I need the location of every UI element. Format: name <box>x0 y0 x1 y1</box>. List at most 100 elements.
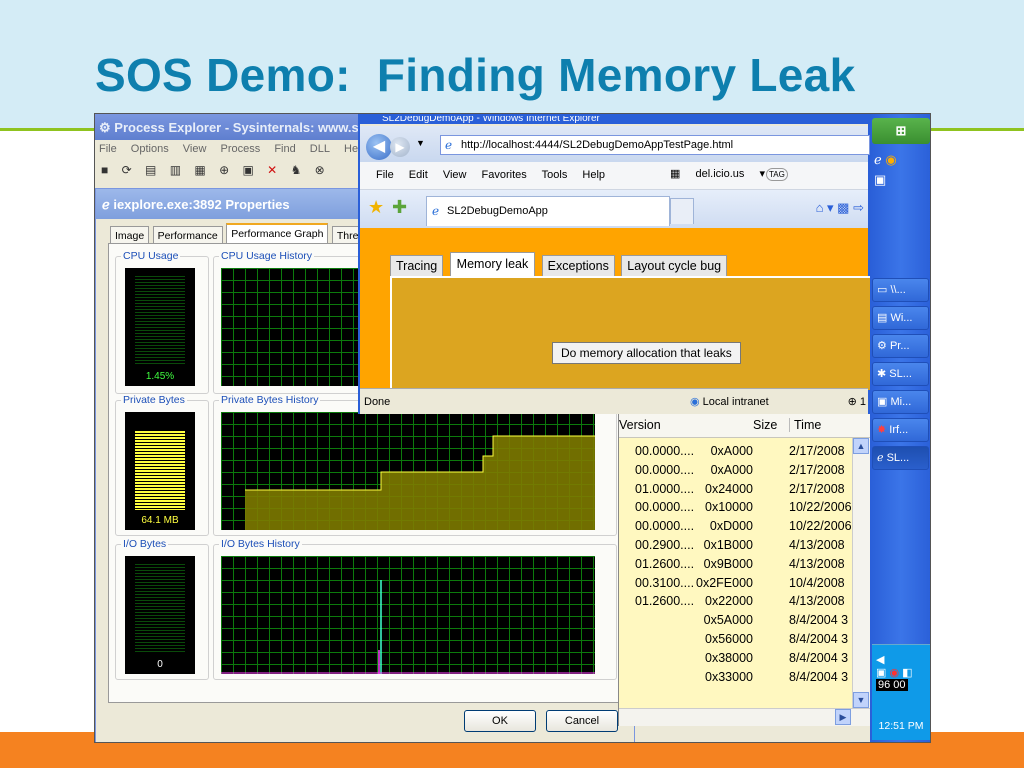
ie-process-icon: ℯ <box>102 197 110 212</box>
start-button[interactable]: ⊞ <box>872 118 930 144</box>
history-dropdown-icon[interactable]: ▼ <box>416 138 425 148</box>
sysinfo-icon[interactable]: ▤ <box>145 163 156 177</box>
scroll-right-icon[interactable]: ▶ <box>835 709 851 725</box>
table-row[interactable]: 0x56000 8/4/2004 3 <box>619 630 853 649</box>
forward-arrow-icon[interactable]: ▶ <box>390 137 410 157</box>
ie-menu-view[interactable]: View <box>443 169 467 181</box>
properties-icon[interactable]: ▣ <box>242 163 253 177</box>
io-bytes-value: 0 <box>157 659 163 670</box>
menu-dll[interactable]: DLL <box>310 143 330 155</box>
tag-icon[interactable]: TAG <box>766 168 788 181</box>
irfanview-icon: ✸ <box>877 424 887 436</box>
ie-menu-edit[interactable]: Edit <box>409 169 428 181</box>
silverlight-app: Tracing Memory leak Exceptions Layout cy… <box>360 228 872 390</box>
private-bytes-fill <box>135 431 185 510</box>
refresh-icon[interactable]: ⟳ <box>122 163 132 177</box>
firefox-launch-icon[interactable]: ◉ <box>885 152 896 167</box>
ie-menu-file[interactable]: File <box>376 169 394 181</box>
horizontal-scrollbar[interactable]: ▶ <box>619 708 871 726</box>
tab-sl2debugdemoapp[interactable]: ℯ SL2DebugDemoApp <box>426 196 670 226</box>
handles-icon[interactable]: ▦ <box>194 163 205 177</box>
cell-size: 0x33000 <box>705 669 753 684</box>
cell-time: 4/13/2008 <box>789 594 845 609</box>
ie-menu-help[interactable]: Help <box>582 169 605 181</box>
cell-size: 0x10000 <box>705 500 753 515</box>
favorites-star-icon[interactable]: ★ <box>368 197 384 218</box>
menu-file[interactable]: File <box>99 143 117 155</box>
add-favorite-icon[interactable]: ✚ <box>392 197 407 218</box>
table-row[interactable]: 01.2600.... 0x22000 4/13/2008 <box>619 592 853 611</box>
crosshair-icon[interactable]: ⊗ <box>315 163 325 177</box>
table-row[interactable]: 00.0000.... 0x10000 10/22/2006 <box>619 498 853 517</box>
process-explorer-icon: ⚙ <box>99 120 111 135</box>
io-history-label: I/O Bytes History <box>219 538 302 550</box>
zoom-level[interactable]: ⊕ 1 <box>848 395 866 408</box>
tray-expand-icon[interactable]: ◀ <box>876 654 884 666</box>
table-row[interactable]: 00.3100.... 0x2FE000 10/4/2008 <box>619 574 853 593</box>
back-arrow-icon[interactable]: ◀ <box>366 134 392 160</box>
private-history-plot <box>245 435 595 530</box>
ok-button[interactable]: OK <box>464 710 536 732</box>
home-icon[interactable]: ⌂ <box>816 200 824 215</box>
task-item-windbg[interactable]: ▤ Wi... <box>872 306 929 330</box>
find-icon[interactable]: ♞ <box>291 163 302 177</box>
table-row[interactable]: 00.0000.... 0xA000 2/17/2008 <box>619 461 853 480</box>
lowerpane-icon[interactable]: ▥ <box>170 163 181 177</box>
quick-launch-extra-icon[interactable]: ▣ <box>874 172 886 188</box>
volume-icon[interactable]: ◧ <box>902 667 912 679</box>
new-tab-button[interactable] <box>670 198 694 224</box>
column-version[interactable]: Version <box>619 418 661 432</box>
cancel-button[interactable]: Cancel <box>546 710 618 732</box>
task-item-irfanview[interactable]: ✸ Irf... <box>872 418 929 442</box>
column-time[interactable]: Time <box>789 418 821 432</box>
tab-layout-cycle-bug[interactable]: Layout cycle bug <box>621 255 728 277</box>
tab-performance-graph[interactable]: Performance Graph <box>226 223 329 245</box>
ie-menu-favorites[interactable]: Favorites <box>482 169 527 181</box>
table-row[interactable]: 00.0000.... 0xA000 2/17/2008 <box>619 442 853 461</box>
scroll-up-icon[interactable]: ▲ <box>853 438 869 454</box>
private-bytes-label: Private Bytes <box>121 394 187 406</box>
task-item-process-explorer[interactable]: ⚙ Pr... <box>872 334 929 358</box>
menu-options[interactable]: Options <box>131 143 169 155</box>
tab-memory-leak[interactable]: Memory leak <box>449 252 536 277</box>
cpu-history-label: CPU Usage History <box>219 250 315 262</box>
delicious-button[interactable]: ▦ del.icio.us ▾ <box>670 167 765 180</box>
process-explorer-menu: File Options View Process Find DLL Help <box>95 140 365 160</box>
menu-process[interactable]: Process <box>221 143 261 155</box>
tab-exceptions[interactable]: Exceptions <box>541 255 615 277</box>
research-icon[interactable]: ⇨ <box>853 200 864 215</box>
feeds-icon[interactable]: ▩ <box>837 200 849 215</box>
save-icon[interactable]: ■ <box>101 163 108 177</box>
menu-view[interactable]: View <box>183 143 207 155</box>
cpu-meter-grid <box>135 276 185 366</box>
ie-menu-tools[interactable]: Tools <box>542 169 568 181</box>
table-row[interactable]: 0x5A000 8/4/2004 3 <box>619 611 853 630</box>
menu-find[interactable]: Find <box>274 143 295 155</box>
tab-tracing[interactable]: Tracing <box>390 255 444 277</box>
scroll-down-icon[interactable]: ▼ <box>853 692 869 708</box>
slide-title: SOS Demo: Finding Memory Leak <box>95 49 856 101</box>
vertical-scrollbar[interactable]: ▲ ▼ <box>852 438 870 708</box>
ie-launch-icon[interactable]: ℯ <box>874 152 882 167</box>
task-item-microsoft[interactable]: ▣ Mi... <box>872 390 929 414</box>
network-icon[interactable]: ▣ <box>876 667 886 679</box>
table-row[interactable]: 0x33000 8/4/2004 3 <box>619 668 853 687</box>
zoom-icon: ⊕ <box>847 396 857 408</box>
table-row[interactable]: 00.2900.... 0x1B000 4/13/2008 <box>619 536 853 555</box>
table-row[interactable]: 0x38000 8/4/2004 3 <box>619 649 853 668</box>
table-row[interactable]: 00.0000.... 0xD000 10/22/2006 <box>619 517 853 536</box>
column-size[interactable]: Size <box>753 418 777 432</box>
security-icon[interactable]: ◉ <box>889 667 899 679</box>
table-row[interactable]: 01.0000.... 0x24000 2/17/2008 <box>619 480 853 499</box>
clock[interactable]: 12:51 PM <box>872 720 930 732</box>
leak-allocation-button[interactable]: Do memory allocation that leaks <box>552 342 741 364</box>
task-item-sl-ie[interactable]: ℯ SL... <box>872 446 929 470</box>
address-input[interactable]: ℯ http://localhost:4444/SL2DebugDemoAppT… <box>440 135 870 155</box>
target-icon[interactable]: ⊕ <box>219 163 229 177</box>
cpu-usage-meter: 1.45% <box>125 268 195 386</box>
task-item-sl[interactable]: ✱ SL... <box>872 362 929 386</box>
kill-icon[interactable]: ✕ <box>267 163 277 177</box>
table-row[interactable]: 01.2600.... 0x9B000 4/13/2008 <box>619 555 853 574</box>
memory-leak-panel: Do memory allocation that leaks <box>390 276 872 390</box>
task-item-explorer[interactable]: ▭ \\... <box>872 278 929 302</box>
